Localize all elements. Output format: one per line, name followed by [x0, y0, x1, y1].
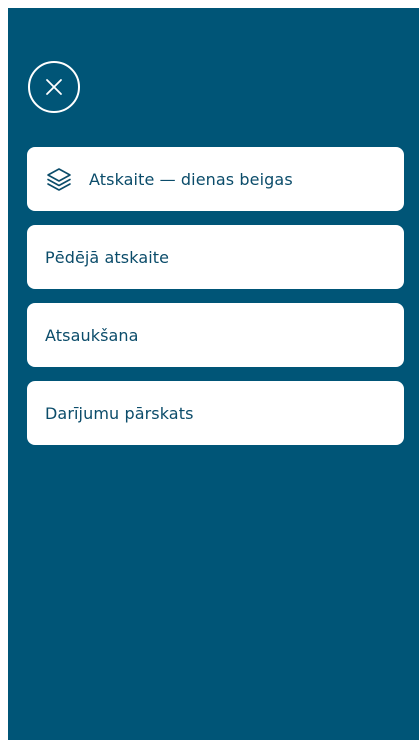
menu-item-end-of-day-report[interactable]: Atskaite — dienas beigas	[27, 147, 404, 211]
menu-item-label: Darījumu pārskats	[45, 403, 194, 423]
close-icon	[45, 78, 63, 96]
device-frame: Atskaite — dienas beigas Pēdējā atskaite…	[0, 0, 419, 740]
menu-list: Atskaite — dienas beigas Pēdējā atskaite…	[27, 147, 404, 459]
menu-item-transaction-overview[interactable]: Darījumu pārskats	[27, 381, 404, 445]
menu-item-label: Atskaite — dienas beigas	[89, 169, 293, 189]
menu-item-label: Atsaukšana	[45, 325, 139, 345]
menu-item-label: Pēdējā atskaite	[45, 247, 170, 267]
layers-icon	[45, 165, 73, 193]
menu-item-last-report[interactable]: Pēdējā atskaite	[27, 225, 404, 289]
menu-screen: Atskaite — dienas beigas Pēdējā atskaite…	[8, 8, 419, 740]
close-button[interactable]	[28, 61, 80, 113]
menu-item-cancellation[interactable]: Atsaukšana	[27, 303, 404, 367]
